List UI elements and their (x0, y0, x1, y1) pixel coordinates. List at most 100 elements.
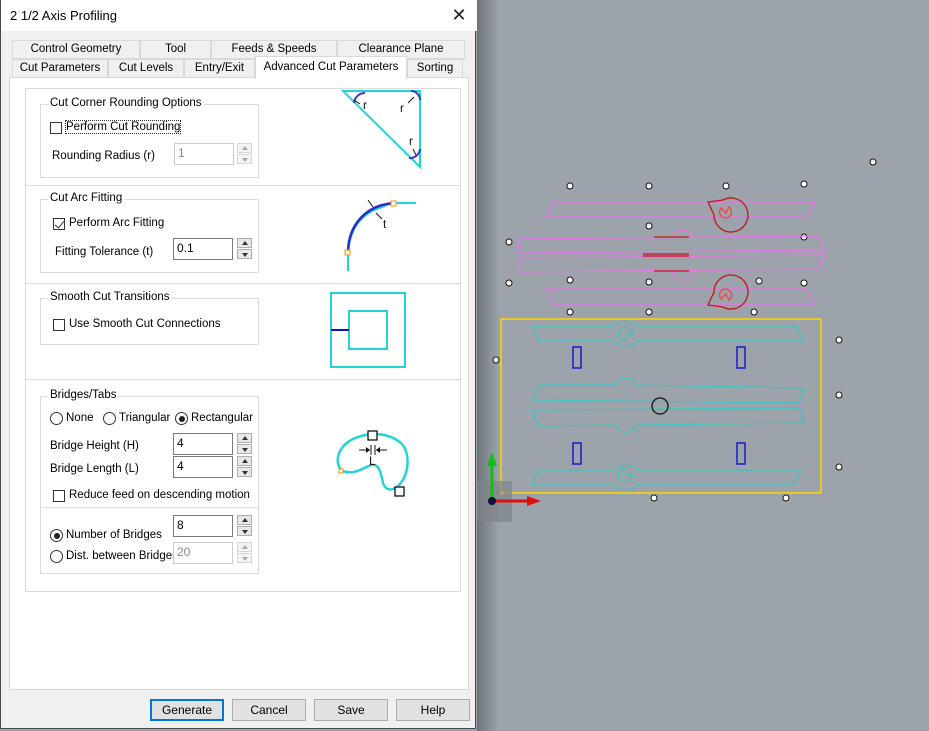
control-point (800, 233, 808, 241)
stock-boundary (500, 318, 822, 494)
smooth-transitions-title: Smooth Cut Transitions (48, 291, 172, 303)
generate-button[interactable]: Generate (150, 699, 224, 721)
arrow (375, 212, 383, 220)
tab-cut-parameters[interactable]: Cut Parameters (12, 59, 108, 78)
bridge-type-none-label[interactable]: None (66, 412, 94, 424)
control-point (566, 276, 574, 284)
number-of-bridges-label[interactable]: Number of Bridges (66, 529, 162, 541)
bridge-type-rectangular-label[interactable]: Rectangular (191, 412, 253, 424)
spin-up-icon[interactable] (237, 143, 252, 153)
rounding-radius-input[interactable]: 1 (174, 143, 234, 165)
profiling-dialog: 2 1/2 Axis Profiling ✕ Control Geometry … (0, 0, 477, 729)
toolpath-part (531, 407, 806, 433)
bridge-height-label: Bridge Height (H) (50, 440, 139, 452)
fitting-tolerance-label: Fitting Tolerance (t) (55, 246, 154, 258)
upper-part-middle-bottom (518, 254, 827, 273)
help-button[interactable]: Help (396, 699, 470, 721)
spin-up-icon[interactable] (237, 456, 252, 466)
bridges-title: Bridges/Tabs (48, 389, 119, 401)
tab-tool[interactable]: Tool (140, 40, 211, 59)
upper-nub (671, 271, 693, 281)
number-of-bridges-input[interactable]: 8 (173, 515, 233, 537)
number-of-bridges-spinner[interactable] (237, 515, 252, 537)
perform-arc-fitting-label[interactable]: Perform Arc Fitting (69, 217, 164, 229)
upper-part-middle-top (517, 235, 827, 254)
spin-up-icon[interactable] (237, 433, 252, 443)
dist-between-bridges-input[interactable]: 20 (173, 542, 233, 564)
control-point (835, 463, 843, 471)
bridge-length-spinner[interactable] (237, 456, 252, 478)
perform-cut-rounding-label[interactable]: Perform Cut Rounding (64, 120, 182, 134)
corner-rounding-illustration: r r r (340, 90, 421, 170)
bridge-type-none-radio[interactable] (50, 412, 63, 425)
control-point (566, 182, 574, 190)
arrow (367, 199, 374, 208)
tab-sorting[interactable]: Sorting (407, 59, 463, 78)
control-point (755, 277, 763, 285)
fitting-tolerance-spinner[interactable] (237, 238, 252, 260)
bridge-height-spinner[interactable] (237, 433, 252, 455)
arc-fitting-title: Cut Arc Fitting (48, 192, 125, 204)
fitting-tolerance-input[interactable]: 0.1 (173, 238, 233, 260)
close-icon[interactable]: ✕ (441, 0, 477, 31)
cancel-button[interactable]: Cancel (232, 699, 306, 721)
arc-endpoint (390, 200, 397, 207)
upper-part-bottom (545, 288, 817, 306)
bridge-marker (394, 486, 405, 497)
use-smooth-cut-checkbox[interactable] (53, 319, 65, 331)
spin-up-icon[interactable] (237, 515, 252, 525)
rounding-radius-label: Rounding Radius (r) (52, 150, 155, 162)
reduce-feed-label[interactable]: Reduce feed on descending motion (69, 489, 250, 501)
dist-between-bridges-label[interactable]: Dist. between Bridges (66, 550, 178, 562)
control-point (505, 279, 513, 287)
spin-down-icon[interactable] (237, 553, 252, 563)
3d-viewport[interactable] (477, 0, 929, 731)
reduce-feed-checkbox[interactable] (53, 490, 65, 502)
tab-entry-exit[interactable]: Entry/Exit (184, 59, 255, 78)
control-point (800, 279, 808, 287)
control-point (505, 238, 513, 246)
perform-cut-rounding-checkbox[interactable] (50, 122, 62, 134)
spin-down-icon[interactable] (237, 154, 252, 164)
tab-cut-levels[interactable]: Cut Levels (108, 59, 184, 78)
arrow (407, 96, 415, 104)
control-point (835, 391, 843, 399)
highlight-centre (643, 236, 689, 272)
perform-arc-fitting-checkbox[interactable] (53, 218, 65, 230)
spin-up-icon[interactable] (237, 542, 252, 552)
bridge-type-triangular-radio[interactable] (103, 412, 116, 425)
bridge-tab (572, 442, 582, 465)
viewport-canvas[interactable] (477, 0, 929, 731)
toolpath-hook (617, 467, 633, 483)
highlight-lobe-bottom (707, 274, 749, 310)
tab-control-geometry[interactable]: Control Geometry (12, 40, 140, 59)
control-points (492, 158, 877, 502)
arc-endpoint (344, 249, 351, 256)
axis-origin (488, 497, 496, 505)
spin-down-icon[interactable] (237, 249, 252, 259)
use-smooth-cut-label[interactable]: Use Smooth Cut Connections (69, 318, 221, 330)
arc-fitting-section: Cut Arc Fitting Perform Arc Fitting Fitt… (25, 185, 461, 284)
dist-between-bridges-radio[interactable] (50, 550, 63, 563)
control-point (645, 278, 653, 286)
arc-fitting-group: Cut Arc Fitting Perform Arc Fitting Fitt… (40, 192, 259, 273)
number-of-bridges-radio[interactable] (50, 529, 63, 542)
control-point (869, 158, 877, 166)
rounding-radius-spinner[interactable] (237, 143, 252, 165)
spin-down-icon[interactable] (237, 467, 252, 477)
save-button[interactable]: Save (314, 699, 388, 721)
bridge-type-rectangular-radio[interactable] (175, 412, 188, 425)
control-point (722, 182, 730, 190)
dist-between-bridges-spinner[interactable] (237, 542, 252, 564)
smooth-transitions-group: Smooth Cut Transitions Use Smooth Cut Co… (40, 291, 259, 345)
spin-down-icon[interactable] (237, 444, 252, 454)
polyline-path (347, 202, 416, 271)
spin-up-icon[interactable] (237, 238, 252, 248)
tab-advanced-cut-parameters[interactable]: Advanced Cut Parameters (255, 56, 407, 79)
bridge-length-input[interactable]: 4 (173, 456, 233, 478)
control-point (645, 222, 653, 230)
control-point (835, 336, 843, 344)
spin-down-icon[interactable] (237, 526, 252, 536)
bridge-height-input[interactable]: 4 (173, 433, 233, 455)
bridge-type-triangular-label[interactable]: Triangular (119, 412, 170, 424)
